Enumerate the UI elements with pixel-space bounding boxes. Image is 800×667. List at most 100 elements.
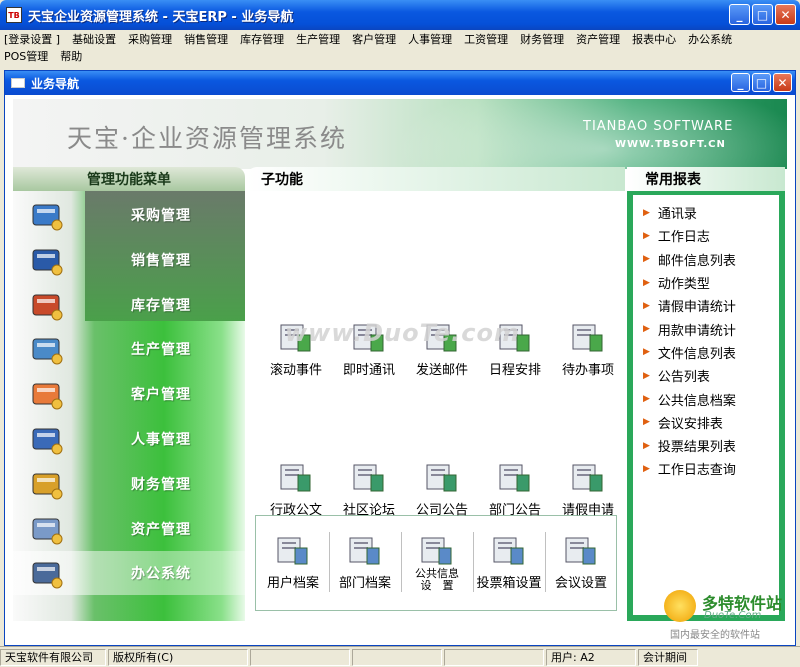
leave-request-icon (570, 459, 606, 495)
watermark: www.DuoTe.com (285, 319, 520, 347)
report-label: 通讯录 (657, 207, 697, 223)
menu-item[interactable]: 工资管理 (464, 31, 508, 47)
tool-label: 发送邮件 (415, 363, 468, 378)
tool-label: 滚动事件 (269, 363, 322, 378)
report-link[interactable]: ▶ 动作类型 (633, 271, 779, 294)
report-label: 动作类型 (657, 277, 710, 293)
menu-item[interactable]: 财务管理 (520, 31, 564, 47)
people-icon (27, 421, 67, 457)
tool-department-profile[interactable]: 部门档案 (330, 532, 400, 591)
app-icon: TB (6, 7, 22, 23)
tool-user-profile[interactable]: 用户档案 (258, 532, 328, 591)
report-link[interactable]: ▶ 通讯录 (633, 201, 779, 224)
menu-item[interactable]: 销售管理 (184, 31, 228, 47)
report-label: 请假申请统计 (657, 300, 736, 316)
report-link[interactable]: ▶ 文件信息列表 (633, 341, 779, 364)
settings-box: 用户档案 部门档案 公共信息设 置投票箱设置 会议设置 (255, 515, 617, 611)
report-link[interactable]: ▶ 请假申请统计 (633, 294, 779, 317)
window-title: 天宝企业资源管理系统 - 天宝ERP - 业务导航 (28, 9, 294, 25)
tool-leave-request[interactable]: 请假申请 (553, 459, 623, 518)
company-notice-icon (424, 459, 460, 495)
nav-item[interactable]: 库存管理 (13, 283, 245, 327)
menu-item[interactable]: 基础设置 (72, 31, 116, 47)
status-period: 会计期间 (638, 648, 698, 666)
child-close-button[interactable]: ✕ (773, 73, 792, 92)
bullet-icon: ▶ (643, 417, 650, 428)
tool-meeting-settings[interactable]: 会议设置 (546, 532, 616, 591)
tool-label: 即时通讯 (342, 363, 395, 378)
menu-bar: [登录设置 ] 基础设置 采购管理 销售管理 库存管理 生产管理 客户管理 人事管理 工资管理财… (0, 30, 800, 64)
minimize-button[interactable]: _ (729, 4, 750, 25)
menu-item[interactable]: [登录设置 ] (4, 31, 60, 47)
nav-item[interactable]: 资产管理 (13, 507, 245, 551)
child-minimize-button[interactable]: _ (731, 73, 750, 92)
window-icon (11, 78, 25, 88)
menu-item[interactable]: 库存管理 (240, 31, 284, 47)
folder-icon (27, 511, 67, 547)
maximize-button[interactable]: □ (752, 4, 773, 25)
report-label: 公共信息档案 (657, 393, 736, 409)
menu-item[interactable]: 办公系统 (688, 31, 732, 47)
bullet-icon: ▶ (643, 254, 650, 265)
banner: 天宝·企业资源管理系统 TIANBAO SOFTWARE WWW.TBSOFT.… (13, 99, 787, 169)
close-button[interactable]: ✕ (775, 4, 796, 25)
nav-item[interactable]: 财务管理 (13, 462, 245, 506)
report-label: 工作日志 (657, 230, 710, 246)
menu-item[interactable]: 采购管理 (128, 31, 172, 47)
bullet-icon: ▶ (643, 440, 650, 451)
nav-item[interactable]: 生产管理 (13, 327, 245, 371)
report-link[interactable]: ▶ 投票结果列表 (633, 434, 779, 457)
banner-english-name: TIANBAO SOFTWARE (583, 119, 734, 134)
bullet-icon: ▶ (643, 300, 650, 311)
child-window-title: 业务导航 (31, 76, 80, 91)
report-link[interactable]: ▶ 公告列表 (633, 364, 779, 387)
child-maximize-button[interactable]: □ (752, 73, 771, 92)
report-label: 投票结果列表 (657, 440, 736, 456)
nav-item-label: 库存管理 (131, 297, 191, 314)
tool-document[interactable]: 行政公文 (261, 459, 331, 518)
meeting-settings-icon (563, 532, 599, 568)
tool-label: 日程安排 (488, 363, 541, 378)
menu-item[interactable]: 资产管理 (576, 31, 620, 47)
menu-item[interactable]: 报表中心 (632, 31, 676, 47)
subfunction-panel: 用户档案 部门档案 公共信息设 置投票箱设置 会议设置 滚动事件 即时通讯 发送邮件 日程安… (247, 191, 625, 621)
menu-item[interactable]: 人事管理 (408, 31, 452, 47)
tool-label: 部门档案 (338, 576, 391, 591)
menu-item[interactable]: POS管理 (4, 48, 48, 64)
forum-icon (351, 459, 387, 495)
nav-item[interactable]: 采购管理 (13, 193, 245, 237)
report-link[interactable]: ▶ 会议安排表 (633, 411, 779, 434)
report-link[interactable]: ▶ 用款申请统计 (633, 317, 779, 340)
coins-icon (27, 466, 67, 502)
nav-item[interactable]: 客户管理 (13, 372, 245, 416)
menu-item[interactable]: 客户管理 (352, 31, 396, 47)
chart-icon (27, 242, 67, 278)
nav-item[interactable]: 人事管理 (13, 417, 245, 461)
reports-header: 常用报表 (627, 167, 785, 191)
tool-forum[interactable]: 社区论坛 (334, 459, 404, 518)
report-label: 工作日志查询 (657, 463, 736, 479)
reports-panel: ▶ 通讯录 ▶ 工作日志 ▶ 邮件信息列表 ▶ 动作类型 ▶ 请假申请统计 ▶ 用款申请统计 ▶ 文件信息… (627, 191, 785, 621)
menu-item[interactable]: 生产管理 (296, 31, 340, 47)
tool-public-info-settings[interactable]: 公共信息设 置 (402, 532, 472, 592)
tool-label: 设 置 (420, 579, 454, 592)
bullet-icon: ▶ (643, 347, 650, 358)
status-bar: 天宝软件有限公司 版权所有(C) 用户: A2 会计期间 (0, 646, 800, 667)
bullet-icon: ▶ (643, 370, 650, 381)
nav-item-label: 生产管理 (131, 342, 191, 359)
title-bar: TB 天宝企业资源管理系统 - 天宝ERP - 业务导航 _ □ ✕ (0, 0, 800, 30)
bullet-icon: ▶ (643, 394, 650, 405)
report-link[interactable]: ▶ 公共信息档案 (633, 387, 779, 410)
report-link[interactable]: ▶ 工作日志查询 (633, 457, 779, 480)
nav-item[interactable]: 办公系统 (13, 551, 245, 596)
nav-item-label: 资产管理 (131, 521, 191, 538)
report-link[interactable]: ▶ 邮件信息列表 (633, 248, 779, 271)
tool-department-notice[interactable]: 部门公告 (480, 459, 550, 518)
menu-item[interactable]: 帮助 (60, 48, 82, 64)
tool-ballot-box-settings[interactable]: 投票箱设置 (474, 532, 544, 591)
nav-item[interactable]: 销售管理 (13, 238, 245, 282)
status-company: 天宝软件有限公司 (0, 648, 106, 666)
tool-todo[interactable]: 待办事项 (553, 319, 623, 378)
report-link[interactable]: ▶ 工作日志 (633, 224, 779, 247)
tool-company-notice[interactable]: 公司公告 (407, 459, 477, 518)
